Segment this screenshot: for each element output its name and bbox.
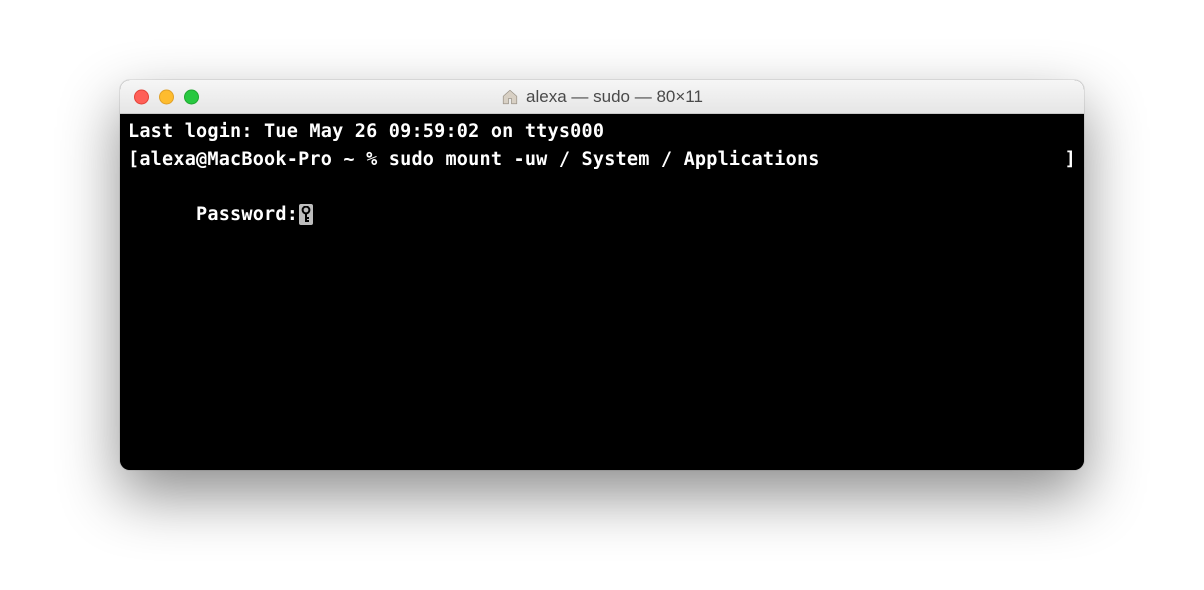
terminal-line-last-login: Last login: Tue May 26 09:59:02 on ttys0… bbox=[128, 118, 1076, 146]
key-icon bbox=[299, 204, 313, 225]
zoom-button[interactable] bbox=[184, 89, 199, 104]
window-title-wrap: alexa — sudo — 80×11 bbox=[120, 87, 1084, 107]
bracket-close: ] bbox=[1065, 146, 1076, 174]
traffic-lights bbox=[134, 89, 199, 104]
window-title: alexa — sudo — 80×11 bbox=[526, 87, 703, 107]
terminal-body[interactable]: Last login: Tue May 26 09:59:02 on ttys0… bbox=[120, 114, 1084, 470]
terminal-window: alexa — sudo — 80×11 Last login: Tue May… bbox=[120, 80, 1084, 470]
terminal-line-password: Password: bbox=[128, 174, 1076, 257]
terminal-line-command: [alexa@MacBook-Pro ~ % sudo mount -uw / … bbox=[128, 146, 1076, 174]
prompt-and-command: alexa@MacBook-Pro ~ % sudo mount -uw / S… bbox=[139, 149, 819, 170]
minimize-button[interactable] bbox=[159, 89, 174, 104]
home-icon bbox=[501, 88, 519, 106]
bracket-open: [ bbox=[128, 149, 139, 170]
password-label: Password: bbox=[196, 204, 298, 225]
titlebar: alexa — sudo — 80×11 bbox=[120, 80, 1084, 114]
close-button[interactable] bbox=[134, 89, 149, 104]
